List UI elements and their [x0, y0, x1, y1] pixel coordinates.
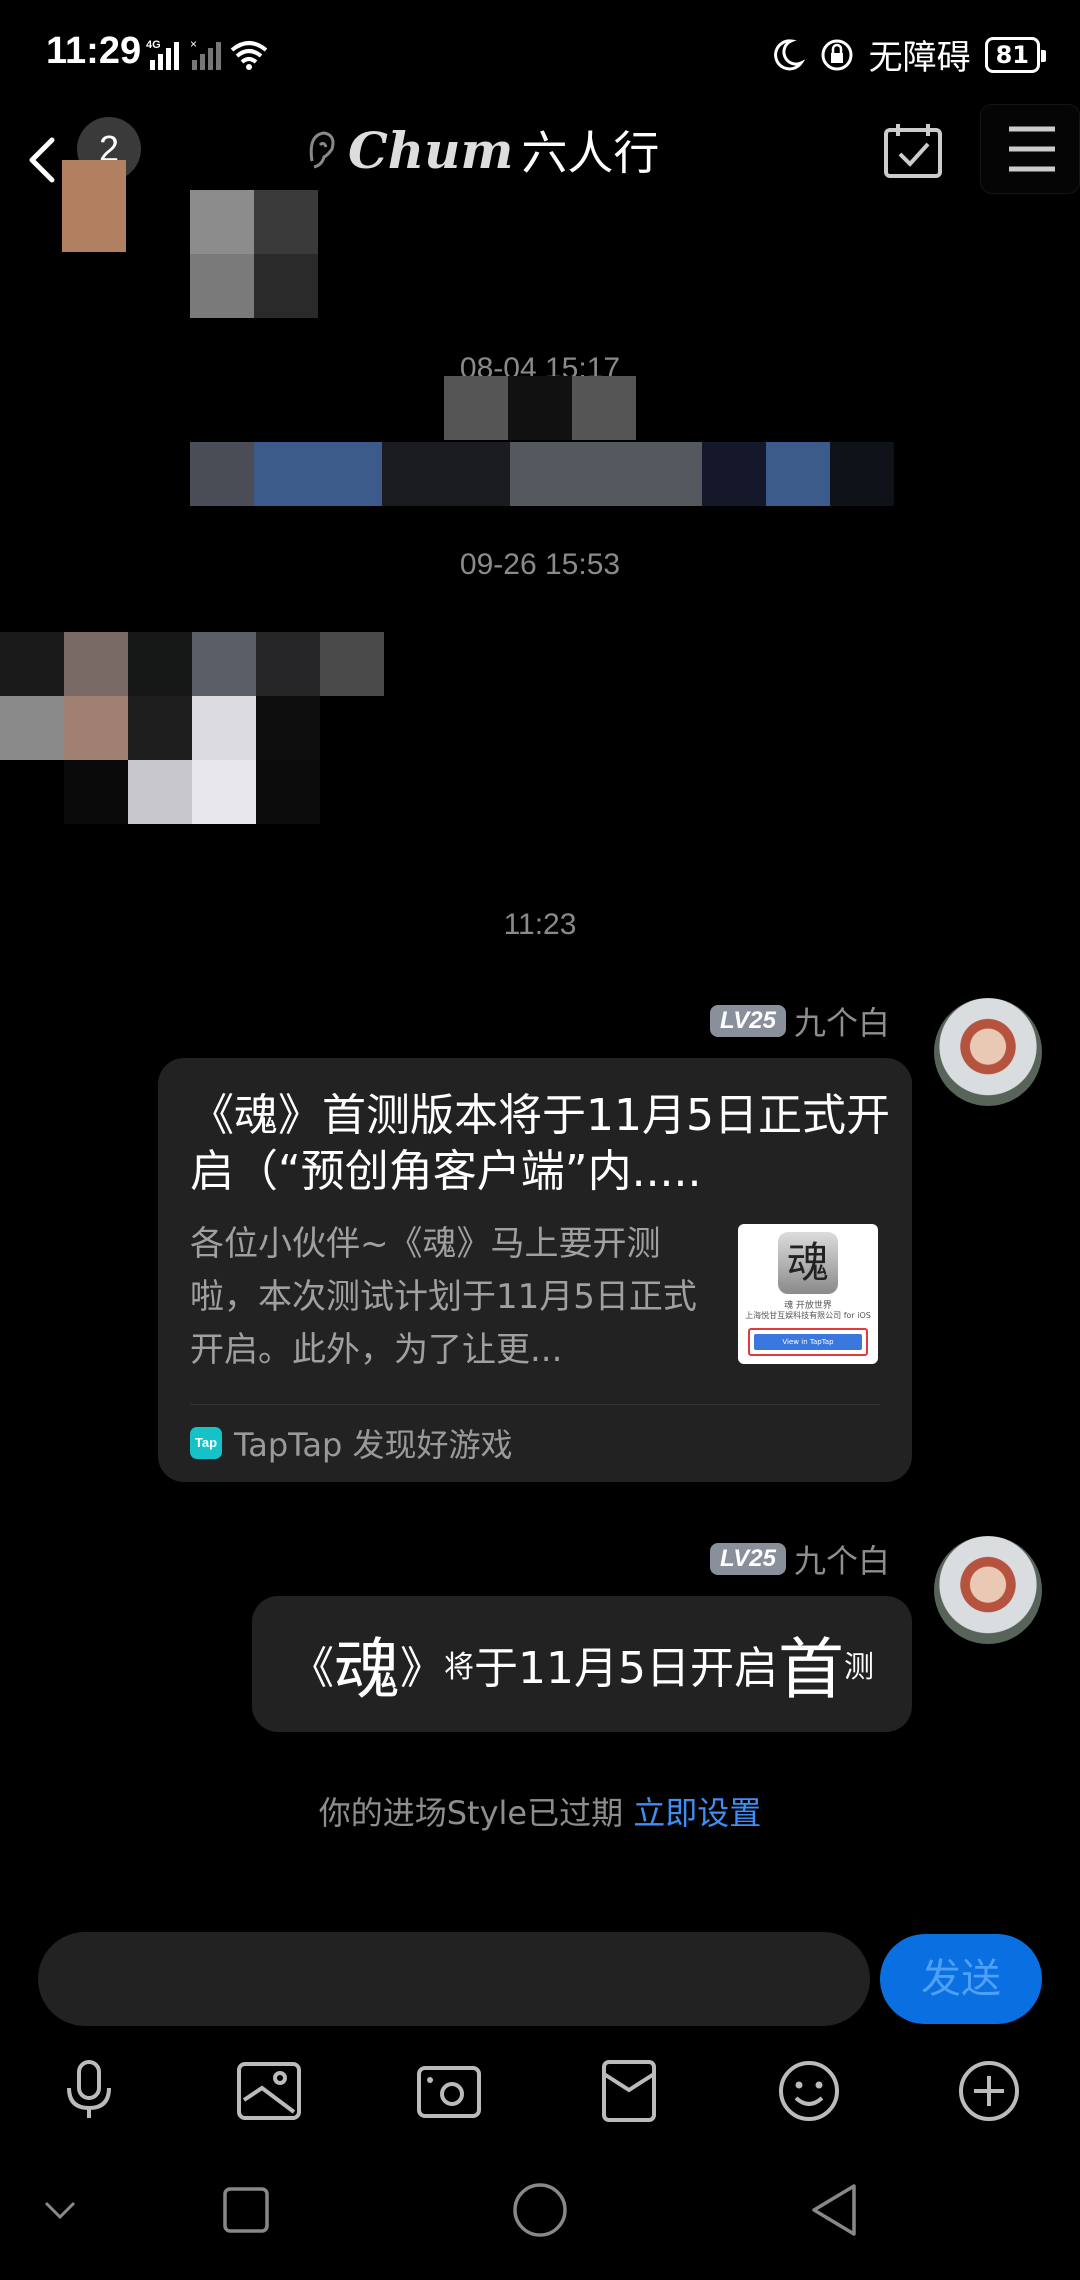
svg-text:×: × — [190, 37, 197, 51]
level-badge: LV25 — [709, 1543, 786, 1575]
notice-text: 你的进场Style已过期 — [318, 1794, 634, 1832]
timestamp: 09-26 15:53 — [459, 548, 621, 581]
group-logo: Chum — [348, 120, 514, 180]
pixelated-avatar — [62, 160, 126, 252]
thumb-publisher: 上海悦甘互娱科技有限公司 for iOS — [745, 1311, 871, 1320]
rotation-lock-icon — [821, 39, 853, 70]
emoji-button[interactable] — [764, 2046, 854, 2136]
cellular-signal-icon: 4G × — [146, 37, 268, 70]
thumb-view-button: View in TapTap — [748, 1328, 868, 1356]
pixelated-message — [190, 190, 318, 318]
triangle-back-icon — [812, 2184, 856, 2236]
pixelated-message — [0, 632, 384, 824]
status-bar: 11:29 4G × 无障碍 81 — [0, 0, 1080, 110]
status-time: 11:29 — [46, 30, 142, 72]
sender-name: 九个白 — [793, 1004, 890, 1042]
status-right: 无障碍 81 — [769, 30, 1047, 79]
album-button[interactable] — [224, 2046, 314, 2136]
red-packet-icon — [602, 2060, 656, 2122]
hide-keyboard-button[interactable] — [10, 2160, 110, 2260]
square-icon — [223, 2187, 269, 2233]
set-now-link[interactable]: 立即设置 — [633, 1794, 761, 1832]
menu-button[interactable] — [980, 104, 1080, 194]
calendar-check-icon — [884, 124, 942, 178]
sender-info: LV25 九个白 — [709, 1536, 890, 1582]
avatar[interactable] — [934, 998, 1042, 1106]
sender-name: 九个白 — [793, 1542, 890, 1580]
pixelated-image — [444, 376, 636, 440]
voice-button[interactable] — [44, 2046, 134, 2136]
ear-icon — [309, 131, 335, 169]
circle-icon — [513, 2183, 567, 2237]
system-navbar — [0, 2160, 1080, 2260]
more-button[interactable] — [944, 2046, 1034, 2136]
microphone-icon — [67, 2060, 111, 2118]
taptap-icon: Tap — [190, 1427, 222, 1459]
message-bubble[interactable]: 《 魂 》 将 于11月5日开启 首 测 — [252, 1596, 912, 1732]
chat-title[interactable]: Chum 六人行 — [300, 115, 659, 185]
timestamp: 11:23 — [503, 908, 577, 941]
battery-icon: 81 — [984, 36, 1047, 73]
divider — [190, 1404, 880, 1405]
chevron-down-icon — [44, 2201, 76, 2220]
style-expired-notice: 你的进场Style已过期 立即设置 — [0, 1788, 1080, 1834]
hamburger-icon — [1009, 126, 1055, 172]
red-packet-button[interactable] — [584, 2046, 674, 2136]
nav-back-button[interactable] — [784, 2160, 884, 2260]
avatar[interactable] — [934, 1536, 1042, 1644]
moon-icon — [773, 38, 805, 70]
group-name: 六人行 — [521, 126, 660, 180]
level-badge: LV25 — [709, 1005, 786, 1037]
camera-button[interactable] — [404, 2046, 494, 2136]
camera-icon — [417, 2066, 481, 2118]
link-card-description: 各位小伙伴~《魂》马上要开测啦，本次测试计划于11月5日正式开启。此外，为了让更… — [190, 1224, 697, 1370]
input-toolbar — [0, 2046, 1080, 2136]
source-label: TapTap 发现好游戏 — [234, 1426, 513, 1464]
recents-button[interactable] — [196, 2160, 296, 2260]
message-input[interactable] — [38, 1932, 870, 2026]
emoji-icon — [779, 2061, 839, 2121]
link-card-title: 《魂》首测版本将于11月5日正式开启（“预创角客户端”内..... — [190, 1090, 890, 1197]
plus-icon — [959, 2061, 1019, 2121]
accessibility-label: 无障碍 — [868, 38, 971, 78]
network-type: 4G — [146, 39, 161, 51]
home-button[interactable] — [490, 2160, 590, 2260]
link-card-thumbnail: 魂 魂 开放世界 上海悦甘互娱科技有限公司 for iOS View in Ta… — [738, 1224, 878, 1364]
send-button[interactable]: 发送 — [880, 1934, 1042, 2024]
game-logo: 魂 — [778, 1232, 838, 1294]
pixelated-message — [190, 442, 894, 506]
image-icon — [237, 2062, 301, 2120]
signal-icons: 4G × — [146, 36, 276, 72]
link-card[interactable]: 《魂》首测版本将于11月5日正式开启（“预创角客户端”内..... 各位小伙伴~… — [158, 1058, 912, 1482]
link-card-source: Tap TapTap 发现好游戏 — [190, 1420, 513, 1466]
calendar-button[interactable] — [880, 120, 946, 182]
sender-info: LV25 九个白 — [709, 998, 890, 1044]
